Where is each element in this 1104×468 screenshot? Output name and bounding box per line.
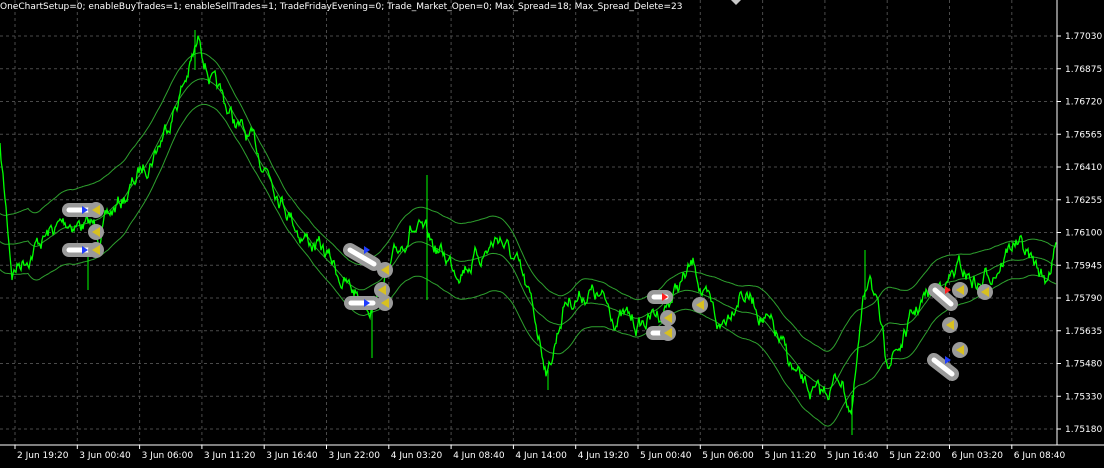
- trade-exit-marker-icon[interactable]: [977, 284, 993, 300]
- trade-exit-marker-icon[interactable]: [660, 325, 676, 341]
- price-chart-window[interactable]: 1.77030 1.76875 1.76720 1.76565 1.76410 1.762…: [0, 0, 1104, 468]
- price-label: 1.76255: [1065, 196, 1102, 206]
- time-label: 4 Jun 08:40: [453, 451, 505, 461]
- trade-exit-marker-icon[interactable]: [88, 224, 104, 240]
- price-label: 1.77030: [1065, 32, 1102, 42]
- time-label: 5 Jun 16:40: [827, 451, 879, 461]
- price-label: 1.76875: [1065, 65, 1102, 75]
- price-label: 1.75480: [1065, 360, 1102, 370]
- scroll-down-icon[interactable]: [731, 0, 741, 5]
- time-label: 3 Jun 06:00: [142, 451, 194, 461]
- price-chart-canvas[interactable]: 1.77030 1.76875 1.76720 1.76565 1.76410 1.762…: [0, 0, 1104, 468]
- trade-exit-marker-icon[interactable]: [660, 310, 676, 326]
- trade-entry-marker-icon[interactable]: [647, 290, 673, 304]
- time-label: 4 Jun 03:20: [391, 451, 443, 461]
- time-label: 5 Jun 22:00: [889, 451, 941, 461]
- price-label: 1.75945: [1065, 261, 1102, 271]
- time-label: 4 Jun 19:20: [578, 451, 630, 461]
- trade-exit-marker-icon[interactable]: [692, 297, 708, 313]
- trade-entry-marker-icon[interactable]: [62, 243, 98, 257]
- time-label: 4 Jun 14:00: [515, 451, 567, 461]
- time-label: 3 Jun 16:40: [266, 451, 318, 461]
- price-label: 1.75635: [1065, 327, 1102, 337]
- trade-entry-marker-icon[interactable]: [62, 203, 98, 217]
- time-label: 3 Jun 11:20: [204, 451, 256, 461]
- price-label: 1.75790: [1065, 294, 1102, 304]
- price-label: 1.75180: [1065, 425, 1102, 435]
- time-label: 6 Jun 08:40: [1014, 451, 1066, 461]
- price-label: 1.76410: [1065, 163, 1102, 173]
- trade-exit-marker-icon[interactable]: [952, 342, 968, 358]
- trade-exit-marker-icon[interactable]: [88, 242, 104, 258]
- expert-settings-text: OneChartSetup=0; enableBuyTrades=1; enab…: [0, 2, 683, 12]
- trade-exit-marker-icon[interactable]: [377, 262, 393, 278]
- trade-entry-marker-icon[interactable]: [344, 296, 380, 310]
- trade-entry-marker-icon[interactable]: [928, 283, 958, 311]
- price-label: 1.75330: [1065, 392, 1102, 402]
- time-label: 2 Jun 19:20: [17, 451, 69, 461]
- time-label: 5 Jun 00:40: [640, 451, 692, 461]
- price-label: 1.76720: [1065, 98, 1102, 108]
- time-label: 5 Jun 06:00: [702, 451, 754, 461]
- time-label: 6 Jun 03:20: [952, 451, 1004, 461]
- trade-exit-marker-icon[interactable]: [942, 317, 958, 333]
- trade-exit-marker-icon[interactable]: [88, 202, 104, 218]
- price-label: 1.76565: [1065, 130, 1102, 140]
- time-label: 3 Jun 00:40: [79, 451, 131, 461]
- trade-exit-marker-icon[interactable]: [374, 282, 390, 298]
- trade-exit-marker-icon[interactable]: [952, 282, 968, 298]
- time-label: 5 Jun 11:20: [765, 451, 817, 461]
- price-label: 1.76100: [1065, 229, 1102, 239]
- time-label: 3 Jun 22:00: [329, 451, 381, 461]
